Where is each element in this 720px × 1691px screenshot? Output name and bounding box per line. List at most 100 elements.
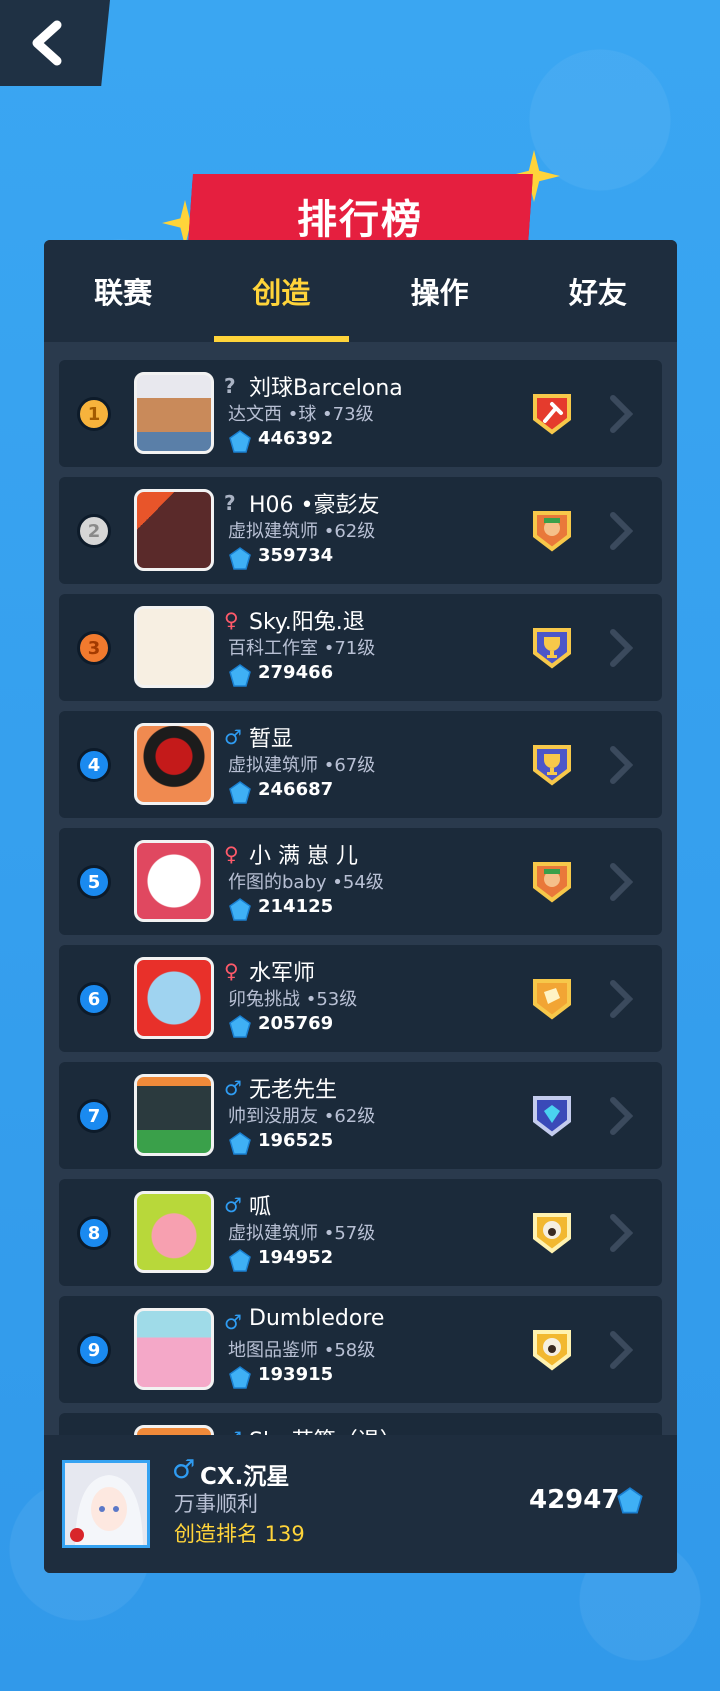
rank-badge: 2: [77, 514, 111, 548]
rank-badge: 1: [77, 397, 111, 431]
player-title: 虚拟建筑师 •67级: [228, 755, 376, 776]
gender-icon: ♂: [172, 1455, 196, 1485]
tab-bar: 联赛 创造 操作 好友: [44, 240, 677, 342]
player-score: 205769: [258, 1013, 334, 1034]
page-title: 排行榜: [297, 197, 423, 243]
gender-icon: ♀: [224, 959, 239, 983]
tab-create[interactable]: 创造: [202, 240, 360, 342]
gem-icon: [617, 1487, 643, 1514]
rank-badge: 4: [77, 748, 111, 782]
player-name: 水军师: [249, 961, 316, 986]
avatar: [134, 723, 214, 805]
gender-icon: ♂: [224, 1076, 242, 1100]
avatar: [134, 489, 214, 571]
trophy-badge-icon: [533, 745, 571, 786]
avatar: [134, 372, 214, 454]
trophy-badge-icon: [533, 628, 571, 669]
sheep-badge-icon: [533, 1330, 571, 1371]
list-item[interactable]: 9 ♂ Dumbledore 地图品鉴师 •58级 193915: [59, 1296, 662, 1403]
back-button[interactable]: [0, 0, 110, 86]
avatar: [134, 606, 214, 688]
chevron-right-icon: [610, 1097, 633, 1135]
avatar: [134, 1191, 214, 1273]
gem-icon: [229, 1015, 251, 1038]
player-title: 卯兔挑战 •53级: [228, 989, 358, 1010]
gender-icon: ♀: [224, 842, 239, 866]
avatar: [134, 957, 214, 1039]
builder-badge-icon: [533, 862, 571, 903]
list-item[interactable]: 8 ♂ 呱 虚拟建筑师 •57级 194952: [59, 1179, 662, 1286]
player-score: 196525: [258, 1130, 334, 1151]
list-item[interactable]: 2 ? H06 •豪彭友 虚拟建筑师 •62级 359734: [59, 477, 662, 584]
avatar: [134, 1308, 214, 1390]
player-name: 呱: [249, 1195, 272, 1220]
player-score: 214125: [258, 896, 334, 917]
gender-icon: ?: [224, 374, 236, 398]
player-title: 虚拟建筑师 •57级: [228, 1223, 376, 1244]
avatar: [134, 1074, 214, 1156]
player-title: 达文西 •球 •73级: [228, 404, 374, 425]
player-name: H06 •豪彭友: [249, 493, 380, 518]
list-item[interactable]: 1 ? 刘球Barcelona 达文西 •球 •73级 446392: [59, 360, 662, 467]
rank-badge: 5: [77, 865, 111, 899]
gem-icon: [229, 547, 251, 570]
gender-icon: ♂: [224, 725, 242, 749]
chevron-right-icon: [610, 1331, 633, 1369]
avatar: [134, 840, 214, 922]
chevron-left-icon: [32, 20, 62, 66]
chevron-right-icon: [610, 1214, 633, 1252]
gem-icon: [229, 1249, 251, 1272]
player-name: Dumbledore: [249, 1306, 385, 1331]
gender-icon: ♂: [224, 1193, 242, 1217]
gender-icon: ♀: [224, 608, 239, 632]
gem-icon: [229, 1366, 251, 1389]
chevron-right-icon: [610, 863, 633, 901]
rank-badge: 7: [77, 1099, 111, 1133]
list-item[interactable]: 4 ♂ 暂显 虚拟建筑师 •67级 246687: [59, 711, 662, 818]
list-item[interactable]: 6 ♀ 水军师 卯兔挑战 •53级 205769: [59, 945, 662, 1052]
player-score: 279466: [258, 662, 334, 683]
player-title: 虚拟建筑师 •62级: [228, 521, 376, 542]
hammer-badge-icon: [533, 394, 571, 435]
gem-icon: [229, 664, 251, 687]
chevron-right-icon: [610, 512, 633, 550]
player-title: 地图品鉴师 •58级: [228, 1340, 376, 1361]
tab-friends[interactable]: 好友: [519, 240, 677, 342]
chevron-right-icon: [610, 629, 633, 667]
rank-badge: 8: [77, 1216, 111, 1250]
gender-icon: ?: [224, 491, 236, 515]
ranking-list[interactable]: 1 ? 刘球Barcelona 达文西 •球 •73级 446392 2 ? H…: [59, 360, 662, 1573]
my-title: 万事顺利: [174, 1492, 258, 1516]
list-item[interactable]: 3 ♀ Sky.阳兔.退 百科工作室 •71级 279466: [59, 594, 662, 701]
player-score: 359734: [258, 545, 334, 566]
gem-icon: [229, 1132, 251, 1155]
my-score: 42947: [529, 1485, 620, 1515]
player-score: 246687: [258, 779, 334, 800]
player-title: 作图的baby •54级: [228, 872, 384, 893]
player-name: 小 满 崽 儿: [249, 844, 358, 869]
gold-shape-badge-icon: [533, 979, 571, 1020]
chevron-right-icon: [610, 395, 633, 433]
leaderboard-panel: 联赛 创造 操作 好友 1 ? 刘球Barcelona 达文西 •球 •73级 …: [44, 240, 677, 1573]
player-name: Sky.阳兔.退: [249, 610, 365, 635]
builder-badge-icon: [533, 511, 571, 552]
rank-badge: 6: [77, 982, 111, 1016]
player-score: 446392: [258, 428, 334, 449]
player-score: 193915: [258, 1364, 334, 1385]
my-name: CX.沉星: [200, 1464, 290, 1490]
gem-icon: [229, 430, 251, 453]
sheep-badge-icon: [533, 1213, 571, 1254]
tab-operation[interactable]: 操作: [361, 240, 519, 342]
gender-icon: ♂: [224, 1310, 242, 1334]
gem-badge-icon: [533, 1096, 571, 1137]
list-item[interactable]: 5 ♀ 小 满 崽 儿 作图的baby •54级 214125: [59, 828, 662, 935]
rank-badge: 3: [77, 631, 111, 665]
player-name: 无老先生: [249, 1078, 338, 1103]
my-rank-bar[interactable]: ♂ CX.沉星 万事顺利 创造排名 139 42947: [44, 1435, 677, 1573]
rank-badge: 9: [77, 1333, 111, 1367]
list-item[interactable]: 7 ♂ 无老先生 帅到没朋友 •62级 196525: [59, 1062, 662, 1169]
chevron-right-icon: [610, 746, 633, 784]
gem-icon: [229, 781, 251, 804]
tab-league[interactable]: 联赛: [44, 240, 202, 342]
player-title: 百科工作室 •71级: [228, 638, 376, 659]
